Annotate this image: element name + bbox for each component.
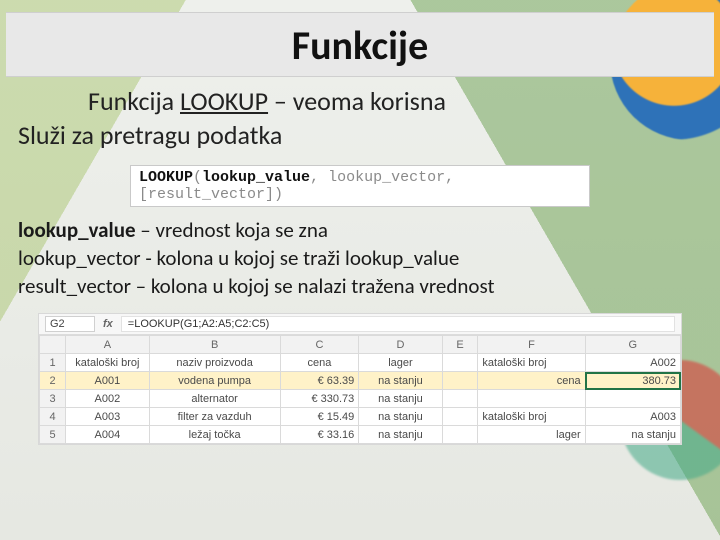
params-block: lookup_value – vrednost koja se zna look… [18,217,702,299]
cell: kataloški broj [478,354,585,372]
sheet-body: 1 kataloški broj naziv proizvoda cena la… [40,354,681,444]
cell: na stanju [359,408,442,426]
intro-prefix: Funkcija [88,85,180,117]
intro-line-1: Funkcija LOOKUP – veoma korisna [18,85,702,117]
col-header-F: F [478,336,585,354]
cell: € 33.16 [280,426,359,444]
col-header-G: G [585,336,680,354]
cell: kataloški broj [478,408,585,426]
cell: A002 [585,354,680,372]
cell: lager [478,426,585,444]
cell: lager [359,354,442,372]
cell: na stanju [359,390,442,408]
row-header: 3 [40,390,66,408]
row-header: 2 [40,372,66,390]
cell: na stanju [585,426,680,444]
param-lookup-vector: lookup_vector - kolona u kojoj se traži … [18,245,702,271]
cell: A003 [585,408,680,426]
cell [442,372,478,390]
intro-line-2: Služi za pretragu podatka [18,119,702,151]
cell: alternator [149,390,280,408]
col-header-D: D [359,336,442,354]
name-box: G2 [45,316,95,332]
cell: kataloški broj [66,354,149,372]
cell [478,390,585,408]
cell: filter za vazduh [149,408,280,426]
cell: vodena pumpa [149,372,280,390]
formula-bar: G2 fx =LOOKUP(G1;A2:A5;C2:C5) [39,314,681,335]
corner-cell [40,336,66,354]
cell: € 63.39 [280,372,359,390]
column-header-row: A B C D E F G [40,336,681,354]
col-header-E: E [442,336,478,354]
row-header: 1 [40,354,66,372]
fx-icon: fx [103,318,113,330]
title-band: Funkcije [6,12,714,77]
cell: € 330.73 [280,390,359,408]
syntax-open: ( [193,169,202,186]
spreadsheet-screenshot: G2 fx =LOOKUP(G1;A2:A5;C2:C5) A B C D E [38,313,682,445]
cell [442,426,478,444]
table-row: 3 A002 alternator € 330.73 na stanju [40,390,681,408]
syntax-fn: LOOKUP [139,169,193,186]
table-row: 1 kataloški broj naziv proizvoda cena la… [40,354,681,372]
selected-cell: 380.73 [585,372,680,390]
param-lookup-value: lookup_value – vrednost koja se zna [18,217,702,243]
row-header: 5 [40,426,66,444]
col-header-A: A [66,336,149,354]
spreadsheet-grid: A B C D E F G 1 kataloški broj naziv pro… [39,335,681,444]
param-result-vector: result_vector – kolona u kojoj se nalazi… [18,273,702,299]
intro-function-name: LOOKUP [180,85,268,117]
content-area: Funkcija LOOKUP – veoma korisna Služi za… [18,85,702,445]
table-row: 5 A004 ležaj točka € 33.16 na stanju lag… [40,426,681,444]
formula-text: =LOOKUP(G1;A2:A5;C2:C5) [121,316,675,332]
param-1-bold: lookup_value [18,217,136,243]
cell: ležaj točka [149,426,280,444]
cell: A001 [66,372,149,390]
syntax-arg1: lookup_value [202,169,310,186]
row-header: 4 [40,408,66,426]
cell: cena [280,354,359,372]
cell: na stanju [359,426,442,444]
intro-suffix: – veoma korisna [268,85,446,117]
param-1-rest: – vrednost koja se zna [136,217,328,243]
cell: naziv proizvoda [149,354,280,372]
cell: na stanju [359,372,442,390]
cell [442,354,478,372]
table-row: 2 A001 vodena pumpa € 63.39 na stanju ce… [40,372,681,390]
cell [442,408,478,426]
table-row: 4 A003 filter za vazduh € 15.49 na stanj… [40,408,681,426]
cell [585,390,680,408]
cell: € 15.49 [280,408,359,426]
cell: A004 [66,426,149,444]
slide-title: Funkcije [6,21,714,70]
cell: cena [478,372,585,390]
cell: A003 [66,408,149,426]
slide: Funkcije Funkcija LOOKUP – veoma korisna… [0,0,720,540]
syntax-box: LOOKUP(lookup_value, lookup_vector, [res… [130,165,590,207]
col-header-B: B [149,336,280,354]
col-header-C: C [280,336,359,354]
cell: A002 [66,390,149,408]
cell [442,390,478,408]
